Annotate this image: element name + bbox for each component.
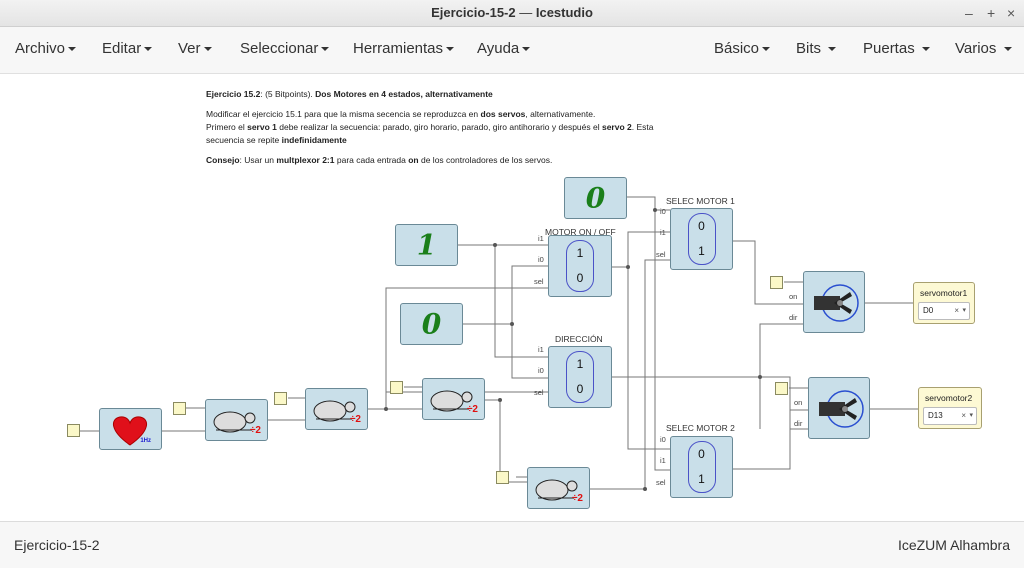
menu-bits[interactable]: Bits — [796, 27, 837, 71]
mux-direccion-title: DIRECCIÓN — [555, 334, 603, 344]
mux-symbol: 01 — [687, 213, 716, 265]
servo-controller-2[interactable] — [808, 377, 870, 439]
close-button[interactable]: × — [1007, 0, 1015, 26]
minimize-button[interactable]: – — [965, 0, 973, 26]
description-paragraph-1: Modificar el ejercicio 15.1 para que la … — [206, 109, 654, 145]
mux-selec-motor1-title: SELEC MOTOR 1 — [666, 196, 735, 206]
pin-label-dir: dir — [794, 419, 803, 428]
constant-value: 0 — [421, 307, 442, 341]
title-bar: Ejercicio-15-2 — Icestudio — [0, 0, 1024, 27]
servo-controller-1[interactable] — [803, 271, 865, 333]
menu-bar: Archivo Editar Ver Seleccionar Herramien… — [0, 27, 1024, 74]
pin-select[interactable]: D13 × ▾ — [923, 407, 977, 425]
status-board-name[interactable]: IceZUM Alhambra — [898, 537, 1010, 553]
divider-label: ÷2 — [571, 493, 583, 504]
constant-zero-block-top[interactable]: 0 — [564, 177, 627, 219]
heart-icon — [112, 416, 148, 446]
constant-one-block[interactable]: 1 — [395, 224, 458, 266]
pin-label-sel: sel — [534, 277, 544, 286]
mux-selec-motor1[interactable]: 01 — [670, 208, 733, 270]
status-bar: Ejercicio-15-2 IceZUM Alhambra — [0, 521, 1024, 568]
menu-seleccionar[interactable]: Seleccionar — [240, 27, 330, 71]
pin-label-i0: i0 — [538, 366, 544, 375]
pin-label-sel: sel — [656, 478, 666, 487]
constant-zero-block-mid[interactable]: 0 — [400, 303, 463, 345]
input-connector[interactable] — [390, 381, 403, 394]
pin-label-sel: sel — [656, 250, 666, 259]
pin-label-i1: i1 — [538, 234, 544, 243]
description-tip: Consejo: Usar un multplexor 2:1 para cad… — [206, 155, 553, 165]
input-connector[interactable] — [770, 276, 783, 289]
input-connector[interactable] — [274, 392, 287, 405]
output-servomotor1[interactable]: servomotor1 D0 × ▾ — [913, 282, 975, 324]
clear-icon[interactable]: × — [954, 303, 959, 318]
exercise-description: Ejercicio 15.2: (5 Bitpoints). Dos Motor… — [206, 88, 666, 174]
divider-block-3[interactable]: ÷2 — [422, 378, 485, 420]
app-name: Icestudio — [535, 5, 593, 20]
heart-clock-block[interactable]: 1Hz — [99, 408, 162, 450]
chevron-down-icon[interactable]: ▾ — [962, 303, 966, 318]
divider-label: ÷2 — [349, 414, 361, 425]
pin-label-on: on — [789, 292, 798, 301]
mux-selec-motor2[interactable]: 01 — [670, 436, 733, 498]
menu-varios[interactable]: Varios — [955, 27, 1012, 71]
pin-label-i1: i1 — [660, 456, 666, 465]
menu-ayuda[interactable]: Ayuda — [477, 27, 531, 71]
input-connector[interactable] — [173, 402, 186, 415]
mux-selec-motor2-title: SELEC MOTOR 2 — [666, 423, 735, 433]
pin-label-on: on — [794, 398, 803, 407]
menu-basico[interactable]: Básico — [714, 27, 771, 71]
output-servomotor2[interactable]: servomotor2 D13 × ▾ — [918, 387, 982, 429]
chevron-down-icon[interactable]: ▾ — [969, 408, 973, 423]
pin-label-i0: i0 — [660, 207, 666, 216]
mux-symbol: 10 — [566, 240, 594, 292]
divider-label: ÷2 — [249, 425, 261, 436]
pin-label-dir: dir — [789, 313, 798, 322]
output-label: servomotor2 — [925, 393, 973, 403]
menu-ver[interactable]: Ver — [178, 27, 212, 71]
output-label: servomotor1 — [920, 288, 968, 298]
mux-direccion[interactable]: 10 — [548, 346, 612, 408]
pin-label-i1: i1 — [538, 345, 544, 354]
pin-label-sel: sel — [534, 388, 544, 397]
heart-clock-label: 1Hz — [140, 438, 151, 444]
constant-value: 0 — [585, 181, 606, 215]
title-separator: — — [519, 5, 533, 20]
divider-block-4[interactable]: ÷2 — [527, 467, 590, 509]
clear-icon[interactable]: × — [961, 408, 966, 423]
maximize-button[interactable]: + — [987, 0, 995, 26]
mux-motor-on-off[interactable]: 10 — [548, 235, 612, 297]
window-title: Ejercicio-15-2 — [431, 5, 516, 20]
divider-label: ÷2 — [466, 404, 478, 415]
pin-label-i0: i0 — [660, 435, 666, 444]
pin-label-i0: i0 — [538, 255, 544, 264]
description-heading: Ejercicio 15.2: (5 Bitpoints). Dos Motor… — [206, 89, 493, 99]
pin-label-i1: i1 — [660, 228, 666, 237]
servo-icon — [819, 390, 864, 428]
status-project-name: Ejercicio-15-2 — [14, 537, 100, 553]
mux-symbol: 10 — [566, 351, 594, 403]
divider-block-1[interactable]: ÷2 — [205, 399, 268, 441]
servo-icon — [814, 284, 859, 322]
menu-editar[interactable]: Editar — [102, 27, 153, 71]
mux-symbol: 01 — [687, 441, 716, 493]
menu-herramientas[interactable]: Herramientas — [353, 27, 455, 71]
menu-archivo[interactable]: Archivo — [15, 27, 77, 71]
pin-select[interactable]: D0 × ▾ — [918, 302, 970, 320]
divider-block-2[interactable]: ÷2 — [305, 388, 368, 430]
input-connector[interactable] — [775, 382, 788, 395]
input-connector[interactable] — [496, 471, 509, 484]
input-connector[interactable] — [67, 424, 80, 437]
menu-puertas[interactable]: Puertas — [863, 27, 930, 71]
constant-value: 1 — [416, 228, 437, 262]
circuit-canvas[interactable]: Ejercicio 15.2: (5 Bitpoints). Dos Motor… — [0, 74, 1024, 520]
